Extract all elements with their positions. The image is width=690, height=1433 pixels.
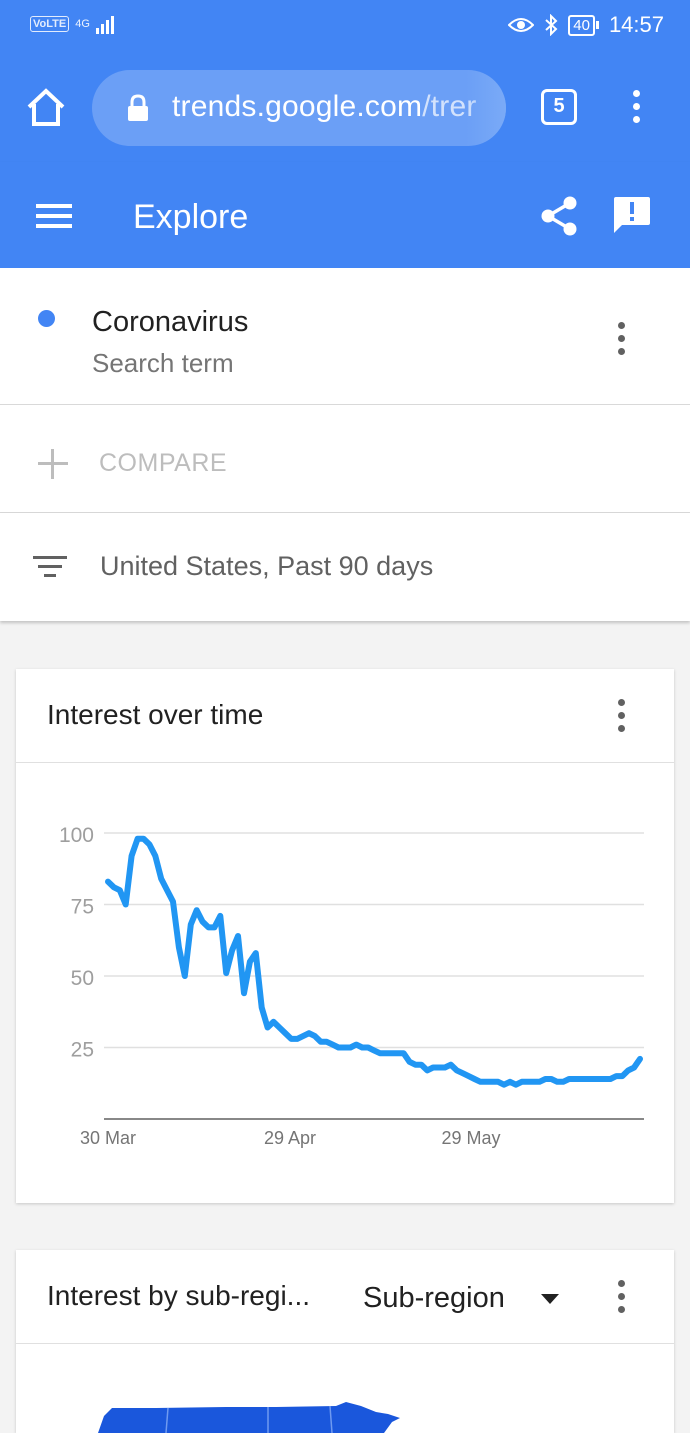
compare-row[interactable]: COMPARE <box>0 405 690 513</box>
battery-level: 40 <box>568 14 595 36</box>
y-tick-label: 25 <box>71 1039 94 1062</box>
us-map <box>98 1402 400 1433</box>
x-tick-label: 29 May <box>441 1128 500 1148</box>
term-more-icon[interactable] <box>616 322 626 358</box>
menu-icon[interactable] <box>36 204 72 228</box>
chart-more-icon[interactable] <box>616 699 626 735</box>
plus-icon <box>38 449 68 479</box>
interest-over-time-card: Interest over time 25 50 75 100 30 Mar 29 Apr… <box>16 669 674 1203</box>
browser-toolbar: trends.google.com/trer 5 <box>0 54 690 162</box>
filter-row[interactable]: United States, Past 90 days <box>0 513 690 621</box>
filter-icon <box>33 556 67 580</box>
y-tick-label: 100 <box>59 824 94 847</box>
card-title: Interest over time <box>47 699 264 730</box>
compare-label: COMPARE <box>99 449 228 477</box>
card-title: Interest by sub-regi... <box>47 1280 311 1311</box>
volte-indicator: VoLTE <box>30 16 70 32</box>
feedback-icon[interactable] <box>612 195 652 237</box>
dropdown-arrow-icon[interactable] <box>541 1294 559 1304</box>
card-header: Interest over time <box>16 669 674 763</box>
app-bar: Explore <box>0 162 690 268</box>
bluetooth-icon <box>545 14 558 36</box>
url-bar[interactable]: trends.google.com/trer <box>92 70 506 146</box>
y-tick-label: 75 <box>71 896 94 919</box>
search-term-type: Search term <box>92 348 234 378</box>
signal-icon <box>95 16 114 34</box>
interest-by-subregion-card: Interest by sub-regi... Sub-region <box>16 1250 674 1433</box>
share-icon[interactable] <box>540 196 578 236</box>
browser-menu-icon[interactable] <box>626 90 646 126</box>
battery-icon: 40 <box>568 14 599 36</box>
url-text: trends.google.com/trer <box>172 90 477 124</box>
interest-chart: 25 50 75 100 30 Mar 29 Apr 29 May <box>59 824 644 1148</box>
page-title: Explore <box>133 198 249 236</box>
card-header: Interest by sub-regi... Sub-region <box>16 1250 674 1344</box>
y-tick-label: 50 <box>71 967 94 990</box>
region-level-select[interactable]: Sub-region <box>363 1282 505 1315</box>
url-host: trends.google.com <box>172 90 423 123</box>
filter-summary: United States, Past 90 days <box>100 551 434 581</box>
home-icon[interactable] <box>24 86 68 130</box>
subregion-more-icon[interactable] <box>616 1280 626 1316</box>
lock-icon <box>128 94 148 121</box>
search-term-name: Coronavirus <box>92 306 249 338</box>
network-type: 4G <box>75 18 90 30</box>
status-bar: VoLTE 4G 40 14:57 <box>0 0 690 54</box>
clock: 14:57 <box>608 12 664 37</box>
tab-switcher-button[interactable]: 5 <box>541 89 577 125</box>
x-tick-label: 29 Apr <box>264 1128 316 1148</box>
eye-comfort-icon <box>508 18 535 32</box>
search-term-card[interactable]: Coronavirus Search term <box>0 268 690 405</box>
series-color-dot <box>38 310 55 327</box>
x-tick-label: 30 Mar <box>80 1128 136 1148</box>
